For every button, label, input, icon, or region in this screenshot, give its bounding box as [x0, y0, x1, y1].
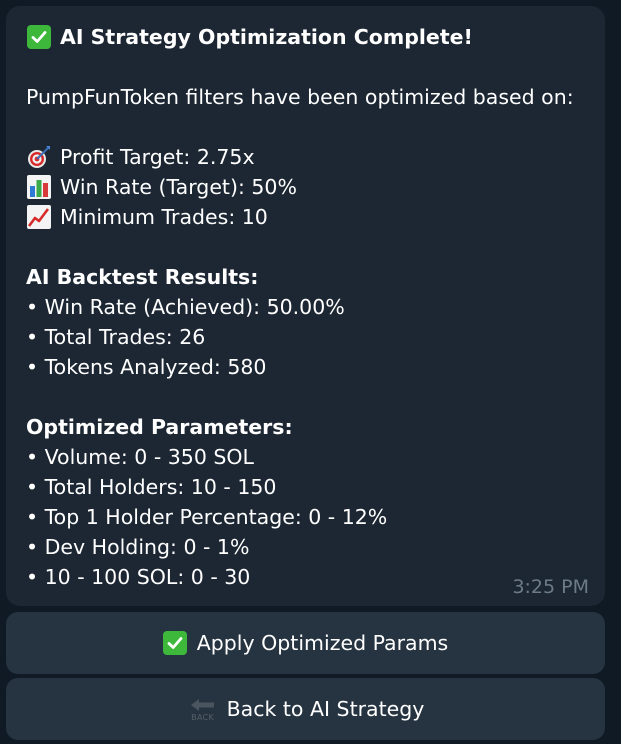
back-button-label: Back to AI Strategy [226, 697, 425, 721]
message-title-row: AI Strategy Optimization Complete! [26, 22, 585, 52]
backtest-item: • Win Rate (Achieved): 50.00% [26, 295, 345, 319]
apply-optimized-params-button[interactable]: Apply Optimized Params [6, 612, 605, 674]
back-icon-text: BACK [191, 712, 215, 722]
backtest-item: • Tokens Analyzed: 580 [26, 355, 267, 379]
backtest-item: • Total Trades: 26 [26, 325, 206, 349]
target-row-trades: Minimum Trades: 10 [26, 202, 585, 232]
message-intro: PumpFunToken filters have been optimized… [26, 85, 574, 109]
check-mark-icon [26, 24, 52, 50]
message-bubble: AI Strategy Optimization Complete! PumpF… [6, 6, 605, 606]
params-heading: Optimized Parameters: [26, 415, 293, 439]
back-arrow-icon: BACK [187, 694, 219, 724]
param-item: • Total Holders: 10 - 150 [26, 475, 277, 499]
param-item: • 10 - 100 SOL: 0 - 30 [26, 565, 251, 589]
chart-increasing-icon [26, 204, 52, 230]
target-trades-text: Minimum Trades: 10 [60, 205, 268, 229]
target-profit-text: Profit Target: 2.75x [60, 145, 255, 169]
bar-chart-icon [26, 174, 52, 200]
back-to-ai-strategy-button[interactable]: BACK Back to AI Strategy [6, 678, 605, 740]
param-item: • Top 1 Holder Percentage: 0 - 12% [26, 505, 388, 529]
param-item: • Dev Holding: 0 - 1% [26, 535, 250, 559]
target-row-winrate: Win Rate (Target): 50% [26, 172, 585, 202]
message-title: AI Strategy Optimization Complete! [60, 25, 473, 49]
target-icon [26, 144, 52, 170]
apply-button-label: Apply Optimized Params [196, 631, 449, 655]
param-item: • Volume: 0 - 350 SOL [26, 445, 254, 469]
target-winrate-text: Win Rate (Target): 50% [60, 175, 297, 199]
backtest-heading: AI Backtest Results: [26, 265, 259, 289]
check-mark-icon [162, 631, 187, 655]
message-timestamp: 3:25 PM [512, 576, 589, 598]
target-row-profit: Profit Target: 2.75x [26, 142, 585, 172]
